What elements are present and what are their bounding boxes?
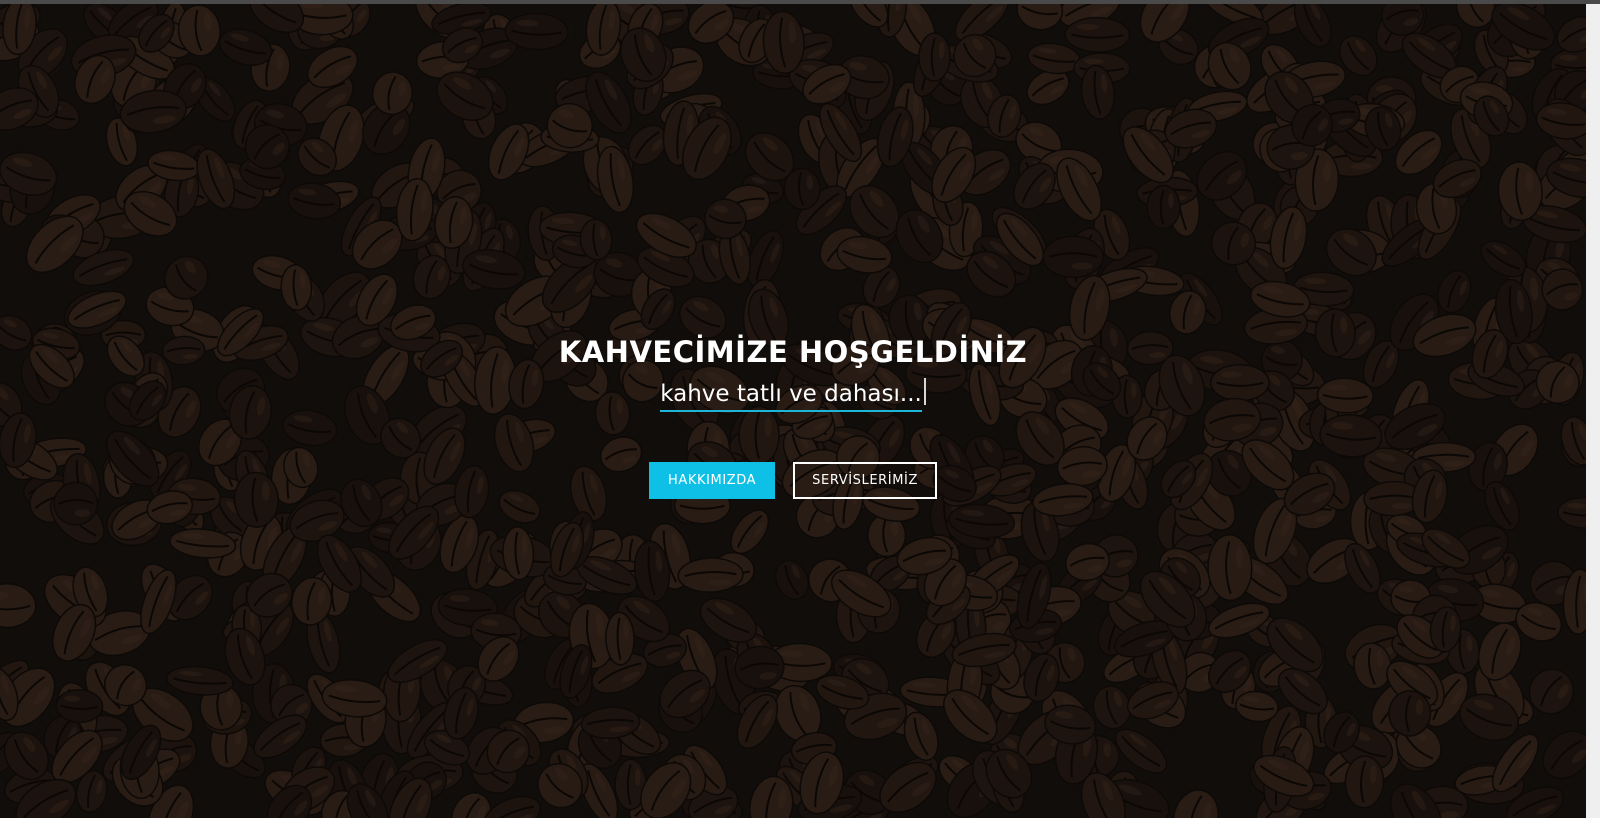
hero-subtitle-wrap: kahve tatlı ve dahası... <box>0 378 1586 414</box>
about-button[interactable]: HAKKIMIZDA <box>648 462 776 499</box>
typing-caret <box>923 378 926 405</box>
hero-content: KAHVECİMİZE HOŞGELDİNİZ kahve tatlı ve d… <box>0 334 1586 499</box>
browser-viewport: KAHVECİMİZE HOŞGELDİNİZ kahve tatlı ve d… <box>0 0 1600 818</box>
services-button[interactable]: SERVİSLERİMİZ <box>793 462 938 499</box>
hero-buttons: HAKKIMIZDA SERVİSLERİMİZ <box>0 462 1586 499</box>
hero-title: KAHVECİMİZE HOŞGELDİNİZ <box>558 335 1028 369</box>
hero-subtitle: kahve tatlı ve dahası... <box>660 379 922 412</box>
hero-section: KAHVECİMİZE HOŞGELDİNİZ kahve tatlı ve d… <box>0 4 1586 818</box>
page-scrollbar-strip <box>1586 4 1600 818</box>
